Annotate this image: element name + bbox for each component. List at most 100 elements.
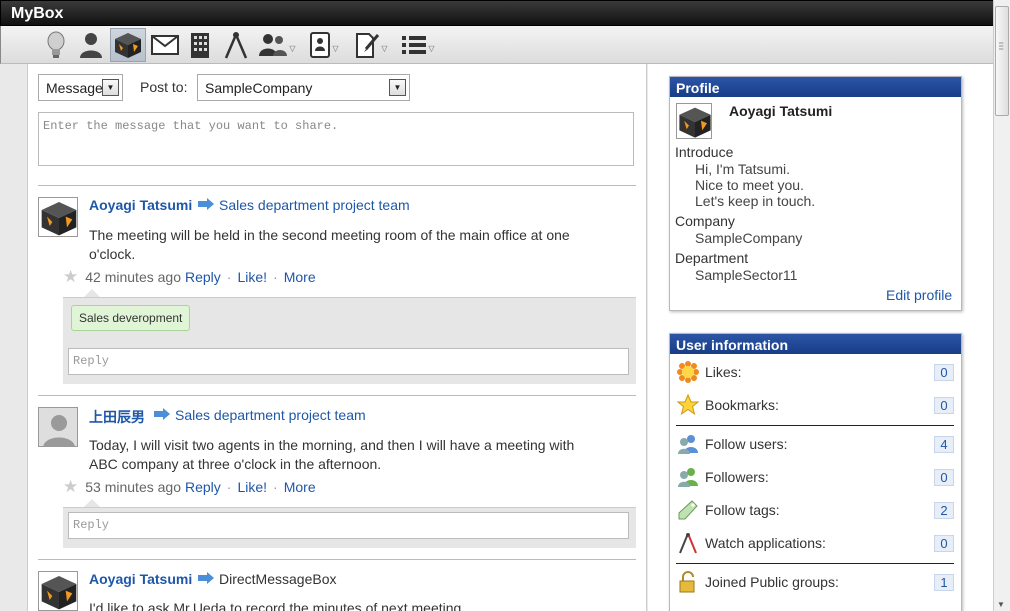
reply-link[interactable]: Reply bbox=[185, 479, 221, 495]
reply-input[interactable]: Reply bbox=[68, 512, 629, 539]
post-to-select[interactable]: SampleCompany ▼ bbox=[197, 74, 410, 101]
post-to-label: Post to: bbox=[140, 79, 188, 95]
app-toolbar: ▽ ▽ ▽ ▽ bbox=[0, 26, 993, 64]
divider bbox=[676, 563, 954, 564]
post-author[interactable]: Aoyagi Tatsumi bbox=[89, 197, 192, 213]
follow-tags-count[interactable]: 2 bbox=[934, 501, 954, 519]
arrow-right-icon bbox=[198, 198, 214, 210]
post-author[interactable]: 上田辰男 bbox=[89, 407, 145, 427]
post-author[interactable]: Aoyagi Tatsumi bbox=[89, 571, 192, 587]
avatar[interactable] bbox=[676, 103, 712, 139]
post-text: Today, I will visit two agents in the mo… bbox=[89, 436, 609, 474]
tag-badge[interactable]: Sales deveropment bbox=[71, 305, 191, 331]
divider bbox=[38, 395, 636, 396]
introduce-label: Introduce bbox=[675, 144, 734, 160]
bookmarks-count[interactable]: 0 bbox=[934, 396, 954, 414]
avatar[interactable] bbox=[38, 571, 78, 611]
bookmarks-row[interactable]: Bookmarks: 0 bbox=[676, 392, 954, 418]
introduce-line: Nice to meet you. bbox=[695, 177, 804, 193]
star-icon[interactable]: ★ bbox=[63, 477, 78, 497]
followers-label: Followers: bbox=[705, 469, 769, 485]
scroll-down-arrow-icon[interactable]: ▼ bbox=[997, 600, 1005, 609]
post-text-line: The meeting will be held in the second m… bbox=[89, 227, 570, 243]
joined-public-groups-label: Joined Public groups: bbox=[705, 574, 839, 590]
post-text-line: Today, I will visit two agents in the mo… bbox=[89, 437, 575, 453]
department-label: Department bbox=[675, 250, 749, 266]
follow-tags-row[interactable]: Follow tags: 2 bbox=[676, 497, 954, 523]
message-input[interactable]: Enter the message that you want to share… bbox=[38, 112, 634, 166]
dropdown-arrow-icon: ▼ bbox=[102, 79, 119, 96]
post-text: The meeting will be held in the second m… bbox=[89, 226, 609, 264]
grip-icon: ═ ═ ═ bbox=[999, 41, 1004, 53]
company-label: Company bbox=[675, 213, 735, 229]
divider bbox=[38, 559, 636, 560]
joined-public-groups-row[interactable]: Joined Public groups: 1 bbox=[676, 569, 954, 595]
user-info-panel-title: User information bbox=[670, 334, 961, 354]
flower-icon bbox=[676, 360, 700, 384]
arrow-right-icon bbox=[154, 408, 170, 420]
department-value: SampleSector11 bbox=[695, 267, 798, 283]
building-icon[interactable] bbox=[185, 28, 215, 62]
introduce-line: Let's keep in touch. bbox=[695, 193, 816, 209]
avatar[interactable] bbox=[38, 197, 78, 237]
bookmarks-label: Bookmarks: bbox=[705, 397, 779, 413]
separator: · bbox=[273, 479, 278, 495]
avatar[interactable] bbox=[38, 407, 78, 447]
person-icon[interactable] bbox=[75, 28, 107, 62]
joined-public-groups-count[interactable]: 1 bbox=[934, 573, 954, 591]
post-meta: ★ 53 minutes ago Reply · Like! · More bbox=[63, 477, 316, 497]
scrollbar-thumb[interactable]: ═ ═ ═ bbox=[995, 6, 1009, 116]
edit-profile-link[interactable]: Edit profile bbox=[886, 287, 952, 303]
compass-icon bbox=[676, 531, 700, 555]
star-icon bbox=[676, 393, 700, 417]
company-value: SampleCompany bbox=[695, 230, 803, 246]
post-target[interactable]: DirectMessageBox bbox=[219, 571, 337, 587]
message-type-select[interactable]: Message ▼ bbox=[38, 74, 123, 101]
lightbulb-icon[interactable] bbox=[41, 28, 71, 62]
likes-label: Likes: bbox=[705, 364, 742, 380]
edit-icon[interactable]: ▽ bbox=[350, 28, 392, 62]
followers-count[interactable]: 0 bbox=[934, 468, 954, 486]
user-info-panel: User information Likes: 0 Bookmarks: 0 F… bbox=[669, 333, 962, 611]
group-icon[interactable]: ▽ bbox=[256, 28, 298, 62]
tag-icon bbox=[676, 498, 700, 522]
divider bbox=[38, 185, 636, 186]
like-link[interactable]: Like! bbox=[237, 269, 267, 285]
comment-notch bbox=[84, 499, 100, 507]
likes-row[interactable]: Likes: 0 bbox=[676, 359, 954, 385]
profile-name: Aoyagi Tatsumi bbox=[729, 103, 833, 119]
followers-row[interactable]: Followers: 0 bbox=[676, 464, 954, 490]
post-target[interactable]: Sales department project team bbox=[175, 407, 366, 423]
watch-applications-label: Watch applications: bbox=[705, 535, 826, 551]
list-icon[interactable]: ▽ bbox=[397, 28, 439, 62]
post-to-value: SampleCompany bbox=[205, 80, 313, 96]
post-text-line: o'clock. bbox=[89, 246, 136, 262]
post-text-line: I'd like to ask Mr.Ueda to record the mi… bbox=[89, 600, 466, 611]
followers-icon bbox=[676, 465, 700, 489]
watch-applications-count[interactable]: 0 bbox=[934, 534, 954, 552]
dropdown-arrow-icon: ▼ bbox=[389, 79, 406, 96]
like-link[interactable]: Like! bbox=[237, 479, 267, 495]
post-target[interactable]: Sales department project team bbox=[219, 197, 410, 213]
introduce-line: Hi, I'm Tatsumi. bbox=[695, 161, 790, 177]
follow-users-count[interactable]: 4 bbox=[934, 435, 954, 453]
likes-count[interactable]: 0 bbox=[934, 363, 954, 381]
message-type-value: Message bbox=[46, 80, 103, 96]
separator: · bbox=[273, 269, 278, 285]
profile-panel-title: Profile bbox=[670, 77, 961, 97]
reply-input[interactable]: Reply bbox=[68, 348, 629, 375]
vertical-scrollbar[interactable]: ═ ═ ═ ▼ bbox=[993, 0, 1010, 611]
tablet-icon[interactable]: ▽ bbox=[303, 28, 345, 62]
comment-notch bbox=[84, 289, 100, 297]
follow-users-row[interactable]: Follow users: 4 bbox=[676, 431, 954, 457]
star-icon[interactable]: ★ bbox=[63, 267, 78, 287]
separator: · bbox=[226, 479, 232, 495]
reply-link[interactable]: Reply bbox=[185, 269, 221, 285]
mail-icon[interactable] bbox=[149, 28, 181, 62]
compass-icon[interactable] bbox=[221, 28, 251, 62]
watch-applications-row[interactable]: Watch applications: 0 bbox=[676, 530, 954, 556]
more-link[interactable]: More bbox=[284, 479, 316, 495]
padlock-open-icon bbox=[676, 570, 700, 594]
more-link[interactable]: More bbox=[284, 269, 316, 285]
mybox-icon[interactable] bbox=[110, 28, 146, 62]
